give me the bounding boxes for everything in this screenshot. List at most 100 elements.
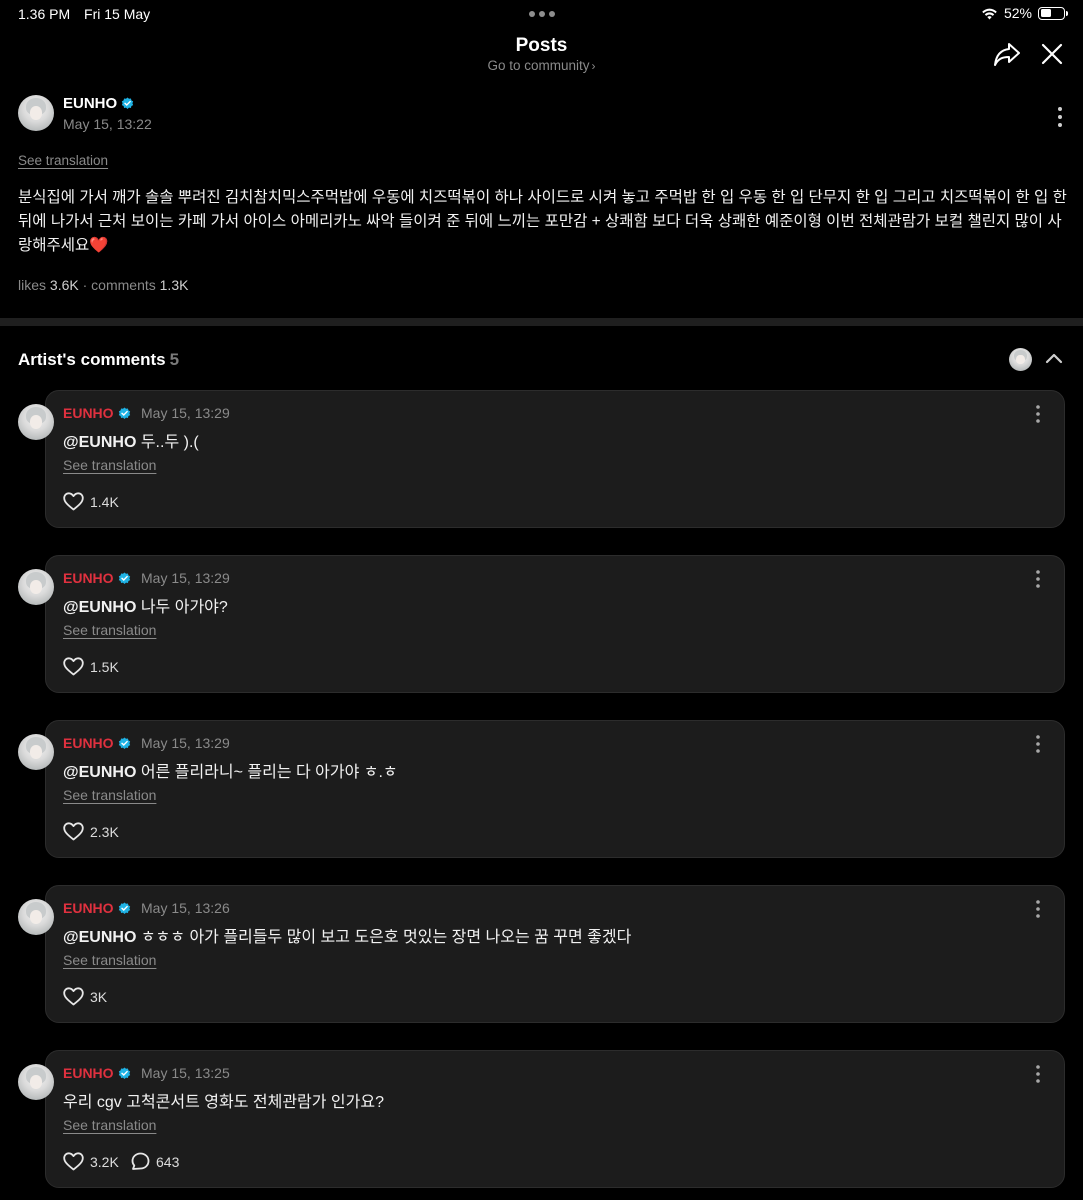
comment-date: May 15, 13:26	[141, 900, 230, 916]
status-date: Fri 15 May	[84, 6, 151, 22]
section-divider	[0, 318, 1083, 326]
more-options-icon[interactable]	[1030, 899, 1046, 919]
heart-icon	[63, 492, 84, 511]
post-author[interactable]: EUNHO	[63, 95, 134, 112]
like-button[interactable]: 2.3K	[63, 822, 119, 841]
comment-author-name: EUNHO	[63, 570, 114, 586]
comment-author[interactable]: EUNHO	[63, 1065, 131, 1081]
verified-badge-icon	[118, 406, 130, 419]
heart-icon	[63, 1152, 84, 1171]
verified-badge-icon	[118, 736, 130, 749]
comment-text: @EUNHO 나두 아가야?	[63, 593, 228, 617]
more-options-icon[interactable]	[1052, 106, 1068, 128]
comment-author-name: EUNHO	[63, 1065, 114, 1081]
like-count: 1.4K	[90, 493, 119, 510]
like-button[interactable]: 1.4K	[63, 492, 119, 511]
like-button[interactable]: 3.2K	[63, 1152, 119, 1171]
like-count: 2.3K	[90, 823, 119, 840]
comment-date: May 15, 13:29	[141, 570, 230, 586]
comment-text: @EUNHO ㅎㅎㅎ 아가 플리들두 많이 보고 도은호 멋있는 장면 나오는 …	[63, 923, 631, 947]
more-options-icon[interactable]	[1030, 1064, 1046, 1084]
see-translation-link[interactable]: See translation	[63, 457, 156, 473]
see-translation-link[interactable]: See translation	[63, 622, 156, 638]
status-time-date: 1.36 PM Fri 15 May	[18, 6, 160, 22]
share-icon[interactable]	[992, 40, 1022, 68]
like-count: 1.5K	[90, 658, 119, 675]
mention-link[interactable]: @EUNHO	[63, 434, 136, 451]
multitasking-dots-icon[interactable]	[529, 11, 555, 17]
chevron-up-icon[interactable]	[1044, 350, 1064, 366]
artist-comments-title: Artist's comments 5	[18, 350, 179, 370]
comment-author-name: EUNHO	[63, 405, 114, 421]
comment-text: 우리 cgv 고척콘서트 영화도 전체관람가 인가요?	[63, 1088, 384, 1112]
battery-icon	[1038, 6, 1068, 20]
artist-comments-label: Artist's comments	[18, 350, 166, 369]
list-item: EUNHO May 15, 13:26 @EUNHO ㅎㅎㅎ 아가 플리들두 많…	[0, 885, 1083, 1025]
mention-link[interactable]: @EUNHO	[63, 929, 136, 946]
avatar[interactable]	[18, 95, 54, 131]
go-to-community-label: Go to community	[487, 58, 590, 73]
comment-body: 나두 아가야?	[136, 599, 228, 616]
comment-author[interactable]: EUNHO	[63, 405, 131, 421]
more-options-icon[interactable]	[1030, 404, 1046, 424]
heart-icon	[63, 987, 84, 1006]
verified-badge-icon	[118, 1066, 130, 1079]
comment-author[interactable]: EUNHO	[63, 900, 131, 916]
comment-author[interactable]: EUNHO	[63, 570, 131, 586]
battery-percent: 52%	[1003, 5, 1032, 21]
verified-badge-icon	[122, 97, 134, 109]
status-bar: 1.36 PM Fri 15 May 52%	[0, 0, 1083, 28]
comment-date: May 15, 13:29	[141, 735, 230, 751]
more-options-icon[interactable]	[1030, 734, 1046, 754]
list-item: EUNHO May 15, 13:29 @EUNHO 어른 플리라니~ 플리는 …	[0, 720, 1083, 860]
avatar[interactable]	[18, 899, 54, 935]
list-item: EUNHO May 15, 13:29 @EUNHO 나두 아가야? See t…	[0, 555, 1083, 695]
likes-label: likes	[18, 277, 47, 293]
mention-link[interactable]: @EUNHO	[63, 599, 136, 616]
comments-count: 1.3K	[159, 277, 189, 293]
like-button[interactable]: 3K	[63, 987, 107, 1006]
post-date: May 15, 13:22	[63, 116, 152, 132]
list-item: EUNHO May 15, 13:25 우리 cgv 고척콘서트 영화도 전체관…	[0, 1050, 1083, 1190]
comment-date: May 15, 13:29	[141, 405, 230, 421]
comment-author-name: EUNHO	[63, 735, 114, 751]
like-count: 3K	[90, 988, 108, 1005]
post-author-name: EUNHO	[63, 95, 118, 112]
more-options-icon[interactable]	[1030, 569, 1046, 589]
like-count: 3.2K	[90, 1153, 119, 1170]
list-item: EUNHO May 15, 13:29 @EUNHO 두..두 ).( See …	[0, 390, 1083, 530]
comments-label[interactable]: comments	[91, 277, 156, 293]
like-button[interactable]: 1.5K	[63, 657, 119, 676]
close-icon[interactable]	[1040, 42, 1064, 66]
mention-link[interactable]: @EUNHO	[63, 764, 136, 781]
post-body: 분식집에 가서 깨가 솔솔 뿌려진 김치참치믹스주먹밥에 우동에 치즈떡볶이 하…	[18, 186, 1068, 258]
comment-body: ㅎㅎㅎ 아가 플리들두 많이 보고 도은호 멋있는 장면 나오는 꿈 꾸면 좋겠…	[136, 929, 632, 946]
verified-badge-icon	[118, 571, 130, 584]
avatar[interactable]	[18, 734, 54, 770]
reply-button[interactable]: 643	[131, 1152, 179, 1171]
artist-comments-count: 5	[169, 350, 180, 369]
verified-badge-icon	[118, 901, 130, 914]
see-translation-link[interactable]: See translation	[63, 787, 156, 803]
heart-icon	[63, 657, 84, 676]
comment-body: 두..두 ).(	[136, 434, 199, 451]
see-translation-link[interactable]: See translation	[63, 1117, 156, 1133]
see-translation-link[interactable]: See translation	[18, 153, 108, 168]
comment-bubble-icon	[131, 1152, 150, 1170]
stats-separator: ·	[82, 277, 88, 293]
comment-text: @EUNHO 어른 플리라니~ 플리는 다 아가야 ㅎ.ㅎ	[63, 758, 398, 782]
comment-text: @EUNHO 두..두 ).(	[63, 428, 199, 452]
avatar[interactable]	[18, 569, 54, 605]
see-translation-link[interactable]: See translation	[63, 952, 156, 968]
comment-body: 우리 cgv 고척콘서트 영화도 전체관람가 인가요?	[63, 1094, 384, 1111]
heart-icon	[63, 822, 84, 841]
comment-date: May 15, 13:25	[141, 1065, 230, 1081]
avatar[interactable]	[1009, 348, 1032, 371]
avatar[interactable]	[18, 1064, 54, 1100]
comment-author-name: EUNHO	[63, 900, 114, 916]
go-to-community-link[interactable]: Go to community ›	[0, 58, 1083, 73]
post-body-text: 분식집에 가서 깨가 솔솔 뿌려진 김치참치믹스주먹밥에 우동에 치즈떡볶이 하…	[18, 189, 1067, 254]
avatar[interactable]	[18, 404, 54, 440]
heart-emoji-icon: ❤️	[89, 237, 109, 254]
comment-author[interactable]: EUNHO	[63, 735, 131, 751]
